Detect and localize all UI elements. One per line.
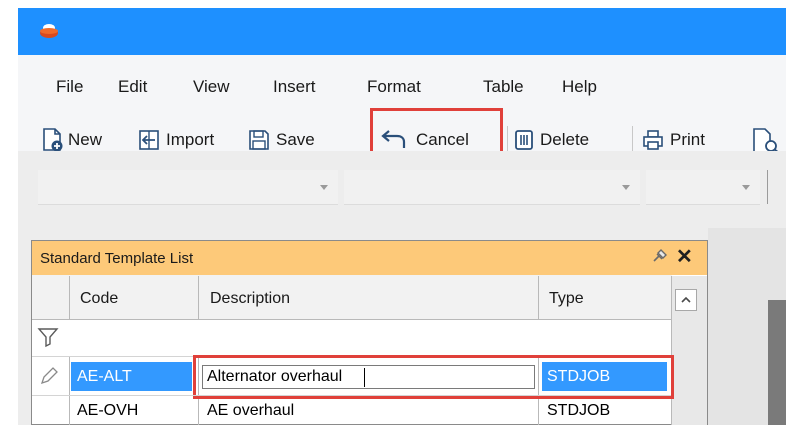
app-icon xyxy=(40,24,58,38)
pencil-icon xyxy=(40,367,58,385)
menu-view[interactable]: View xyxy=(193,77,230,97)
save-label: Save xyxy=(276,130,315,149)
chevron-down-icon xyxy=(622,185,630,190)
column-header-code[interactable]: Code xyxy=(80,290,118,308)
close-icon[interactable]: ✕ xyxy=(676,243,693,271)
new-label: New xyxy=(68,130,103,149)
row-divider xyxy=(32,395,671,396)
menu-insert[interactable]: Insert xyxy=(273,77,316,97)
row-type-cell[interactable]: STDJOB xyxy=(547,402,610,420)
scroll-up-icon xyxy=(681,296,691,303)
menu-edit[interactable]: Edit xyxy=(118,77,147,97)
workspace-edge xyxy=(768,300,786,425)
column-header-type[interactable]: Type xyxy=(549,290,584,308)
print-label: Print xyxy=(670,130,705,149)
delete-icon xyxy=(515,130,533,150)
row-code-cell[interactable]: AE-ALT xyxy=(77,368,132,386)
menu-format[interactable]: Format xyxy=(367,77,421,97)
new-icon xyxy=(43,128,63,152)
import-label: Import xyxy=(166,130,215,149)
row-code-cell[interactable]: AE-OVH xyxy=(77,402,138,420)
print-icon xyxy=(643,130,663,150)
title-bar xyxy=(18,8,786,55)
column-header-description[interactable]: Description xyxy=(210,290,290,308)
menu-table[interactable]: Table xyxy=(483,77,524,97)
filter-combo-2[interactable] xyxy=(344,170,640,205)
row-highlight xyxy=(193,355,674,399)
pin-icon[interactable] xyxy=(650,248,670,266)
row-description-cell[interactable]: AE overhaul xyxy=(207,402,294,420)
filter-row[interactable] xyxy=(32,320,671,356)
filter-icon[interactable] xyxy=(37,326,61,348)
import-icon xyxy=(139,130,159,150)
panel-title: Standard Template List xyxy=(40,250,194,267)
filter-combo-1[interactable] xyxy=(38,170,338,205)
scroll-up-button[interactable] xyxy=(675,289,697,311)
delete-label: Delete xyxy=(540,130,590,149)
chevron-down-icon xyxy=(742,185,750,190)
menu-file[interactable]: File xyxy=(56,77,83,97)
app-window: File Edit View Insert Format Table Help … xyxy=(0,0,786,425)
save-icon xyxy=(249,130,269,150)
menu-help[interactable]: Help xyxy=(562,77,597,97)
filter-combo-3[interactable] xyxy=(646,170,760,205)
chevron-down-icon xyxy=(320,185,328,190)
filter-divider xyxy=(767,170,768,204)
